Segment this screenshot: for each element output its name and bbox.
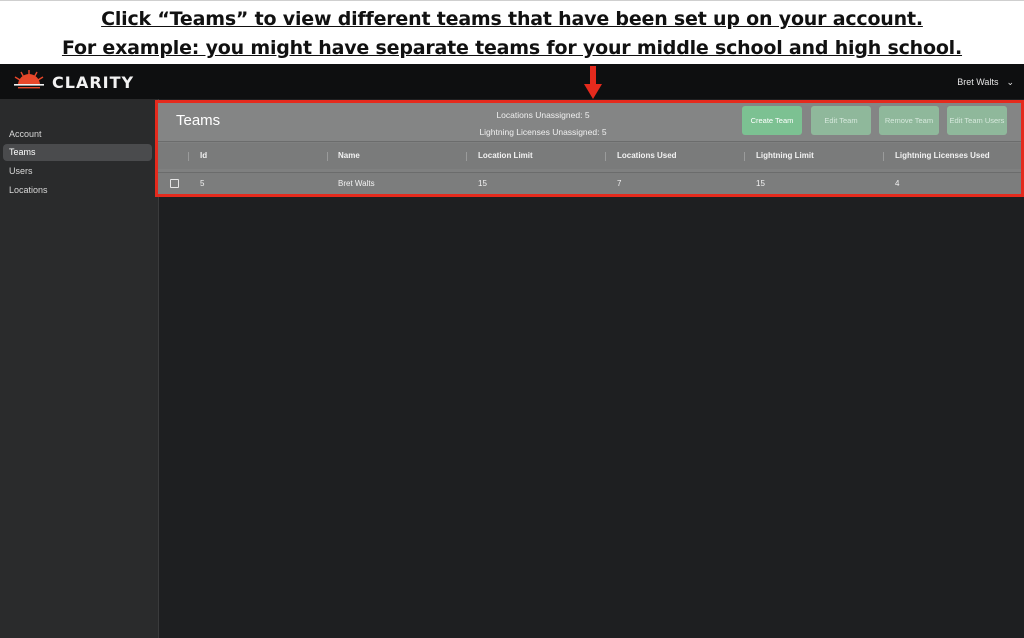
sidebar-item-teams[interactable]: Teams — [3, 144, 152, 161]
app-logo[interactable]: CLARITY — [12, 69, 135, 96]
chevron-down-icon: ⌄ — [1006, 76, 1014, 87]
highlight-frame — [155, 100, 1024, 197]
sidebar-item-locations[interactable]: Locations — [3, 182, 152, 199]
logo-text: CLARITY — [52, 72, 135, 92]
app-topbar: CLARITY Bret Walts ⌄ — [0, 64, 1024, 99]
sidebar-item-account[interactable]: Account — [3, 126, 152, 143]
instruction-banner: Click “Teams” to view different teams th… — [0, 0, 1024, 64]
sunrise-logo-icon — [12, 69, 46, 96]
user-name: Bret Walts — [957, 77, 999, 87]
instruction-line-2: For example: you might have separate tea… — [61, 37, 963, 59]
sidebar-item-users[interactable]: Users — [3, 163, 152, 180]
user-menu[interactable]: Bret Walts ⌄ — [957, 75, 1014, 89]
instruction-line-1: Click “Teams” to view different teams th… — [101, 8, 923, 30]
sidebar: Account Teams Users Locations — [0, 99, 159, 638]
pointer-arrow-icon — [584, 66, 602, 99]
